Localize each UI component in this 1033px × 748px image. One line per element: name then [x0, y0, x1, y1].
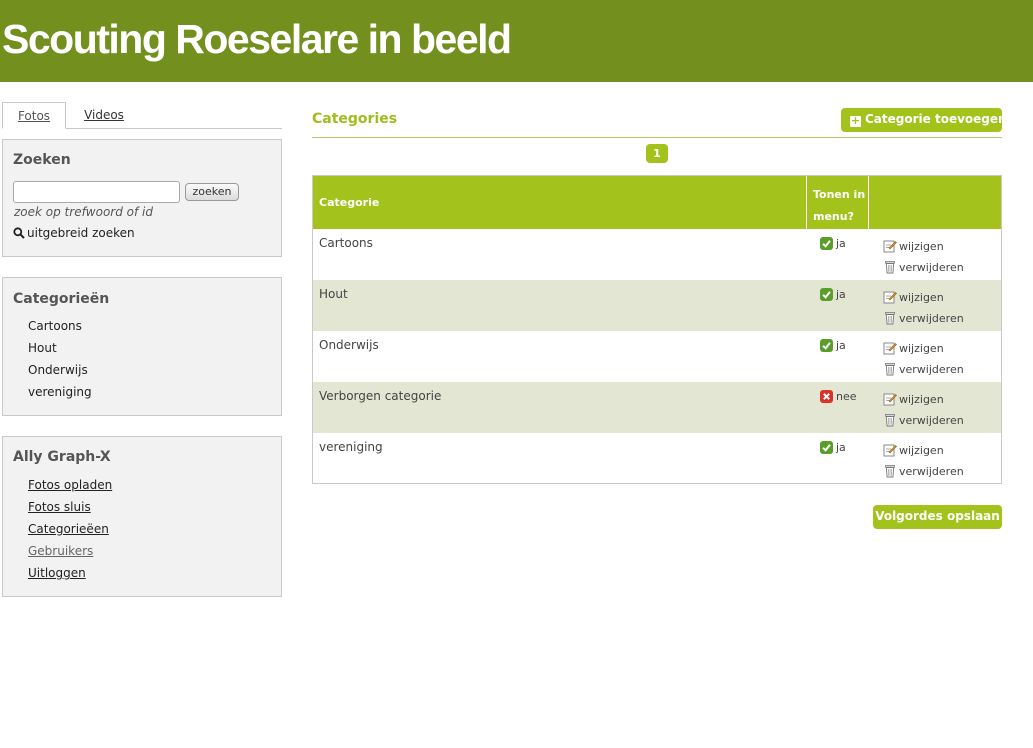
delete-link[interactable]: verwijderen — [883, 413, 964, 427]
table-row[interactable]: Cartoons ja wijzigen verwijderen — [313, 229, 1001, 280]
search-hint: zoek op trefwoord of id — [14, 205, 154, 219]
title-divider — [312, 137, 1002, 138]
pencil-icon — [883, 393, 897, 406]
magnifier-icon — [13, 227, 25, 239]
category-link-vereniging[interactable]: vereniging — [28, 385, 92, 407]
cross-icon — [820, 390, 833, 403]
column-header-show-in-menu: Tonen in menu? — [806, 176, 868, 229]
search-title: Zoeken — [13, 152, 71, 168]
show-in-menu-status: ja — [820, 237, 846, 250]
pencil-icon — [883, 240, 897, 253]
category-name: Hout — [319, 287, 348, 301]
trash-icon — [885, 312, 895, 325]
add-category-button[interactable]: + Categorie toevoegen — [841, 108, 1007, 132]
admin-menu: Fotos opladen Fotos sluis Categorieëen G… — [28, 478, 112, 588]
delete-link[interactable]: verwijderen — [883, 362, 964, 376]
table-row[interactable]: vereniging ja wijzigen verwijderen — [313, 433, 1001, 484]
categories-panel: Categorieën Cartoons Hout Onderwijs vere… — [2, 277, 282, 416]
categories-list: Cartoons Hout Onderwijs vereniging — [28, 319, 92, 407]
table-row[interactable]: Verborgen categorie nee wijzigen verwijd… — [313, 382, 1001, 433]
admin-link-fotos-sluis[interactable]: Fotos sluis — [28, 500, 112, 522]
table-row[interactable]: Onderwijs ja wijzigen verwijderen — [313, 331, 1001, 382]
media-tabs: Fotos Videos — [2, 102, 282, 129]
table-header: Categorie Tonen in menu? — [313, 176, 1001, 229]
trash-icon — [885, 261, 895, 274]
tab-fotos[interactable]: Fotos — [2, 102, 66, 129]
category-link-onderwijs[interactable]: Onderwijs — [28, 363, 92, 385]
add-category-label: Categorie toevoegen — [865, 112, 1007, 126]
categories-title: Categorieën — [13, 291, 110, 307]
category-name: Onderwijs — [319, 338, 379, 352]
category-name: Cartoons — [319, 236, 373, 250]
edit-link[interactable]: wijzigen — [883, 341, 944, 355]
category-link-hout[interactable]: Hout — [28, 341, 92, 363]
category-name: Verborgen categorie — [319, 389, 442, 403]
check-icon — [820, 288, 833, 301]
page-title: Categories — [312, 111, 398, 127]
show-in-menu-status: ja — [820, 288, 846, 301]
advanced-search-link[interactable]: uitgebreid zoeken — [13, 226, 135, 240]
save-order-button[interactable]: Volgordes opslaan — [873, 505, 1002, 529]
delete-link[interactable]: verwijderen — [883, 260, 964, 274]
trash-icon — [885, 363, 895, 376]
show-in-menu-status: ja — [820, 441, 846, 454]
trash-icon — [885, 465, 895, 478]
trash-icon — [885, 414, 895, 427]
edit-link[interactable]: wijzigen — [883, 392, 944, 406]
admin-link-gebruikers[interactable]: Gebruikers — [28, 544, 112, 566]
category-name: vereniging — [319, 440, 383, 454]
admin-link-fotos-opladen[interactable]: Fotos opladen — [28, 478, 112, 500]
admin-link-uitloggen[interactable]: Uitloggen — [28, 566, 112, 588]
check-icon — [820, 441, 833, 454]
edit-link[interactable]: wijzigen — [883, 443, 944, 457]
column-header-category: Categorie — [319, 196, 380, 209]
edit-link[interactable]: wijzigen — [883, 239, 944, 253]
search-button[interactable]: zoeken — [185, 183, 239, 201]
admin-title: Ally Graph-X — [13, 449, 111, 465]
table-row[interactable]: Hout ja wijzigen verwijderen — [313, 280, 1001, 331]
advanced-search-label: uitgebreid zoeken — [27, 226, 135, 240]
category-link-cartoons[interactable]: Cartoons — [28, 319, 92, 341]
site-title: Scouting Roeselare in beeld — [2, 16, 512, 62]
categories-table: Categorie Tonen in menu? Cartoons ja wij… — [312, 175, 1002, 484]
pencil-icon — [883, 291, 897, 304]
show-in-menu-status: ja — [820, 339, 846, 352]
pencil-icon — [883, 444, 897, 457]
tab-videos[interactable]: Videos — [66, 102, 142, 129]
delete-link[interactable]: verwijderen — [883, 311, 964, 325]
pencil-icon — [883, 342, 897, 355]
show-in-menu-status: nee — [820, 390, 857, 403]
admin-link-categorieen[interactable]: Categorieëen — [28, 522, 112, 544]
edit-link[interactable]: wijzigen — [883, 290, 944, 304]
site-header: Scouting Roeselare in beeld — [0, 0, 1033, 82]
column-header-actions — [868, 176, 1001, 229]
admin-panel: Ally Graph-X Fotos opladen Fotos sluis C… — [2, 436, 282, 597]
check-icon — [820, 237, 833, 250]
plus-icon: + — [850, 114, 861, 127]
check-icon — [820, 339, 833, 352]
search-panel: Zoeken zoeken zoek op trefwoord of id ui… — [2, 139, 282, 257]
delete-link[interactable]: verwijderen — [883, 464, 964, 478]
search-input[interactable] — [13, 181, 180, 203]
page-1-button[interactable]: 1 — [646, 144, 668, 163]
